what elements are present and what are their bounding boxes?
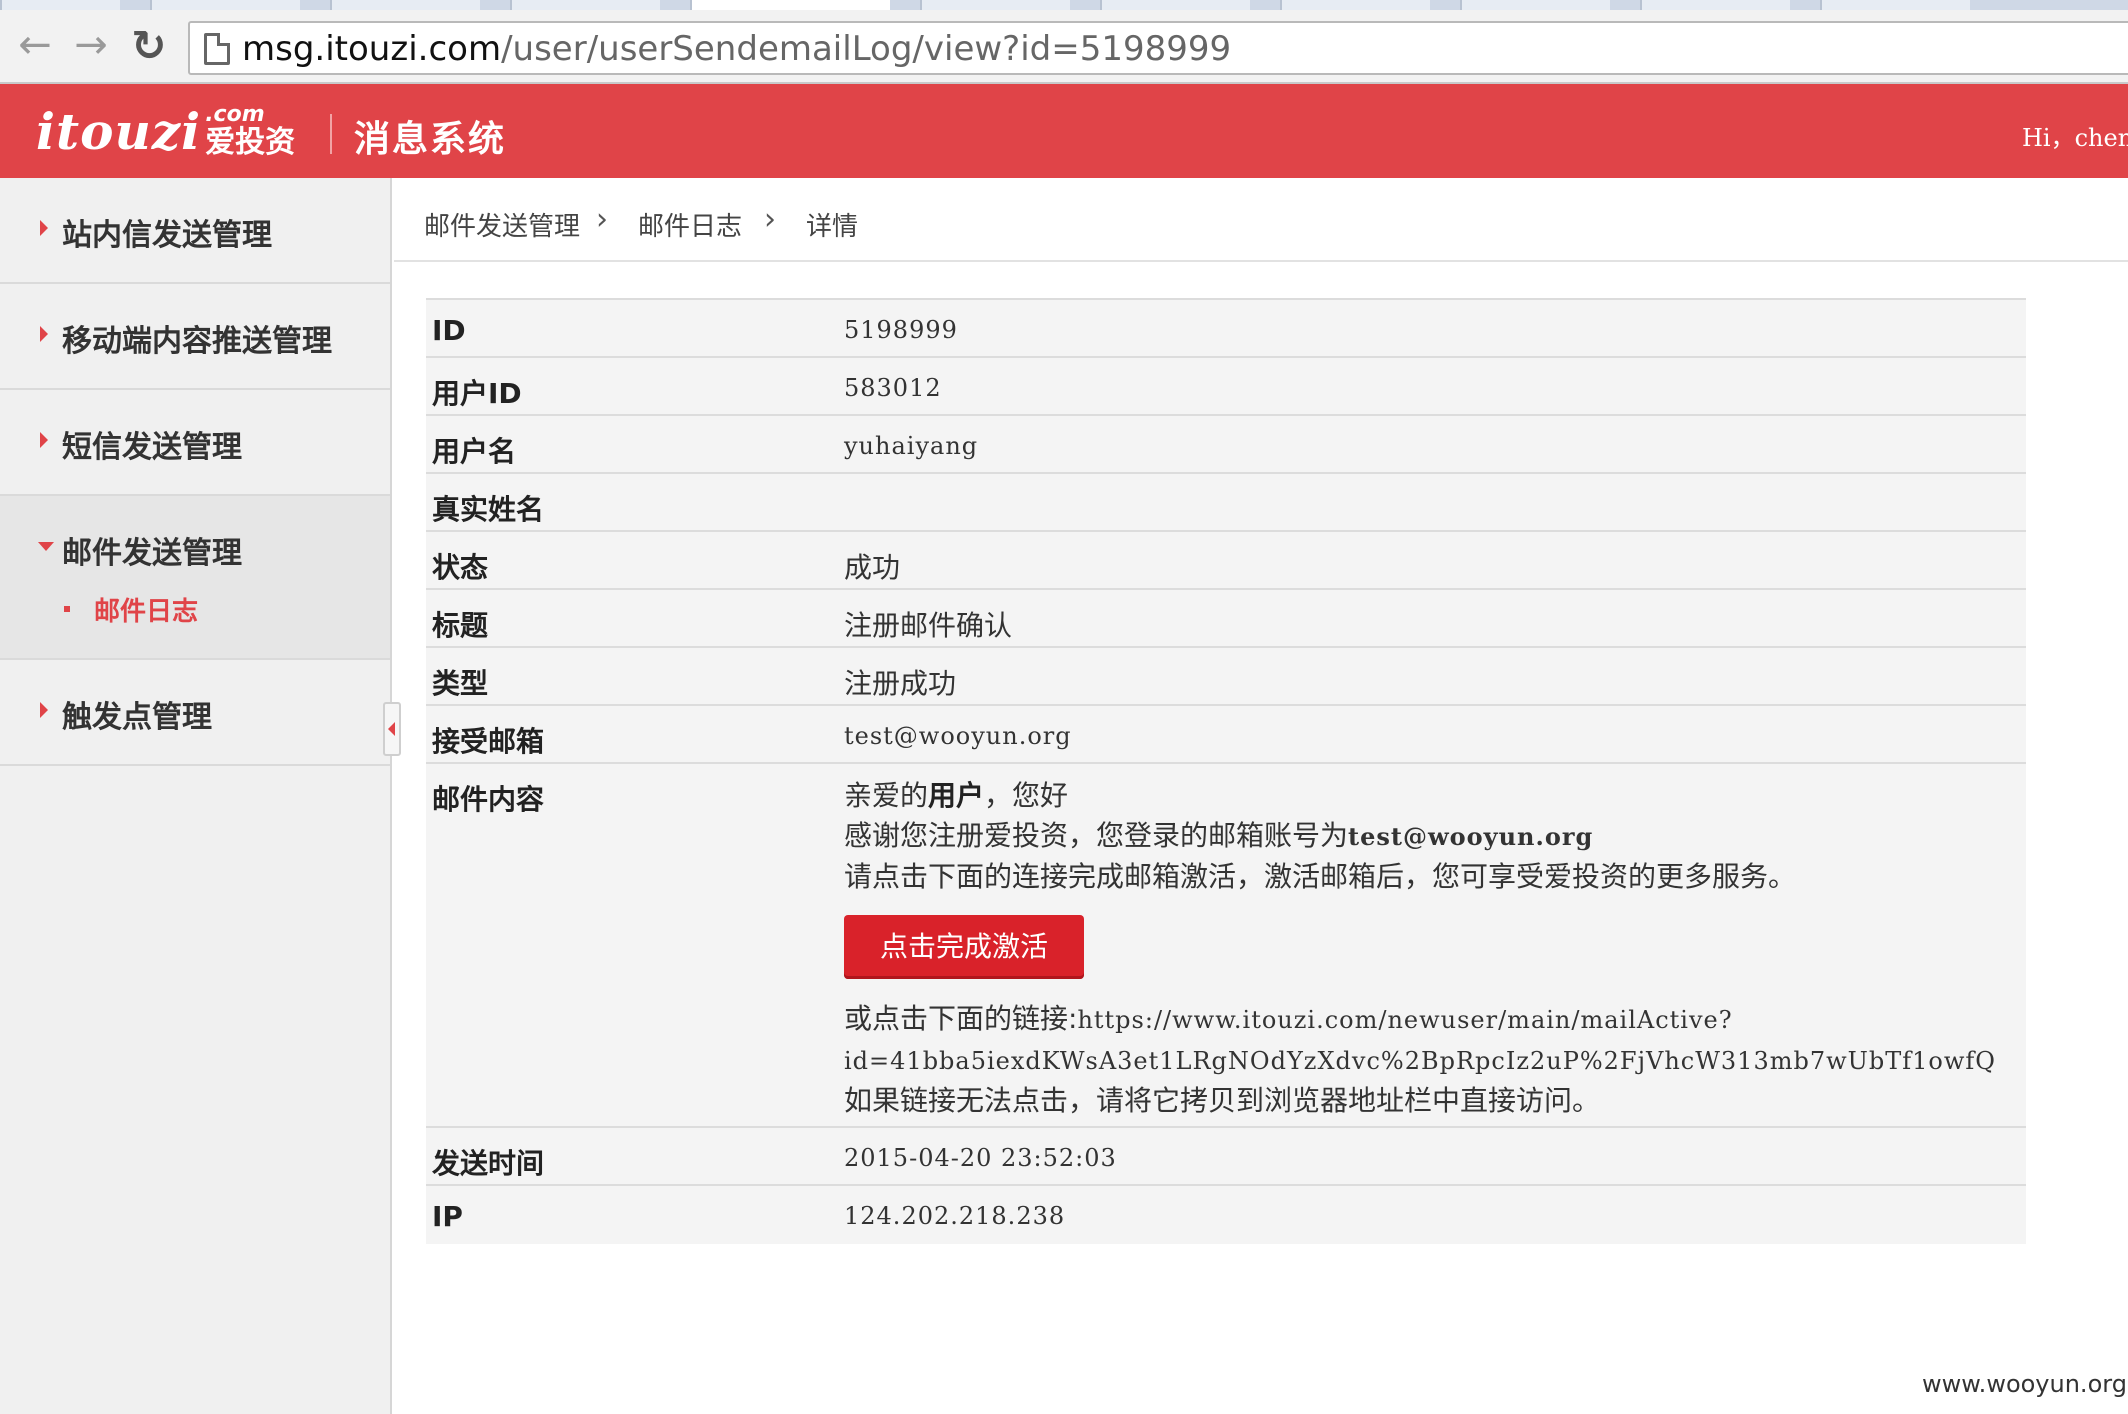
mail-instruction: 请点击下面的连接完成邮箱激活，激活邮箱后，您可享受爱投资的更多服务。: [844, 860, 1797, 893]
caret-right-icon: [40, 702, 48, 718]
breadcrumb-item-email-manage[interactable]: 邮件发送管理: [424, 206, 580, 243]
sidebar-item-label: 站内信发送管理: [62, 218, 272, 253]
detail-row-real-name: 真实姓名: [426, 474, 2026, 532]
browser-tab[interactable]: [1460, 0, 1610, 10]
sidebar-item-trigger[interactable]: 触发点管理: [0, 660, 390, 766]
breadcrumb-item-detail: 详情: [806, 212, 859, 242]
detail-row-email: 接受邮箱 test@wooyun.org: [426, 706, 2026, 764]
sidebar-item-email[interactable]: 邮件发送管理 邮件日志: [0, 496, 390, 660]
tab-strip: [0, 0, 2128, 10]
chevron-right-icon: ›: [764, 202, 776, 237]
email-content: 亲爱的用户，您好 感谢您注册爱投资，您登录的邮箱账号为test@wooyun.o…: [844, 776, 2004, 1121]
field-label: 用户名: [432, 435, 517, 468]
caret-right-icon: [40, 326, 48, 342]
browser-tab[interactable]: [1100, 0, 1250, 10]
activation-link-cont[interactable]: id=41bba5iexdKWsA3et1LRgNOdYzXdvc%2BpRpc…: [844, 1047, 1996, 1075]
field-value: yuhaiyang: [844, 432, 979, 460]
field-value: 注册成功: [844, 667, 957, 700]
detail-table: ID 5198999 用户ID 583012 用户名 yuhaiyang 真实姓…: [426, 298, 2026, 1244]
detail-row-ip: IP 124.202.218.238: [426, 1186, 2026, 1244]
sidebar-item-site-message[interactable]: 站内信发送管理: [0, 178, 390, 284]
detail-row-type: 类型 注册成功: [426, 648, 2026, 706]
sidebar-item-label: 触发点管理: [62, 700, 212, 735]
caret-right-icon: [40, 220, 48, 236]
breadcrumb: 邮件发送管理 › 邮件日志 › 详情: [394, 178, 2128, 262]
field-label: ID: [432, 314, 466, 347]
browser-tab[interactable]: [0, 0, 120, 10]
sidebar-item-label: 移动端内容推送管理: [62, 324, 332, 359]
field-value: 2015-04-20 23:52:03: [844, 1144, 1117, 1172]
caret-right-icon: [40, 432, 48, 448]
sidebar-collapse-button[interactable]: [383, 702, 401, 756]
mail-thanks: 感谢您注册爱投资，您登录的邮箱账号为test@wooyun.org: [844, 819, 1594, 852]
header-divider: [330, 114, 332, 154]
detail-row-id: ID 5198999: [426, 300, 2026, 358]
page-icon: [204, 33, 230, 65]
browser-tab[interactable]: [1820, 0, 1970, 10]
field-value: 583012: [844, 374, 942, 402]
mail-greeting: 亲爱的用户，您好: [844, 779, 1069, 812]
field-value: 5198999: [844, 316, 958, 344]
sidebar: 站内信发送管理 移动端内容推送管理 短信发送管理 邮件发送管理 邮件日志 触发点…: [0, 178, 392, 1414]
arrow-left-icon: ←: [18, 22, 52, 68]
field-value: 124.202.218.238: [844, 1202, 1066, 1230]
browser-tab[interactable]: [1280, 0, 1430, 10]
chevron-right-icon: ›: [596, 202, 608, 237]
app-header: itouzi .com 爱投资 消息系统 Hi，chen: [0, 84, 2128, 178]
detail-row-send-time: 发送时间 2015-04-20 23:52:03: [426, 1128, 2026, 1186]
itouzi-logo[interactable]: itouzi .com 爱投资: [36, 100, 295, 160]
field-label: 真实姓名: [432, 493, 545, 526]
browser-tab[interactable]: [150, 0, 300, 10]
activate-button[interactable]: 点击完成激活: [844, 915, 1084, 979]
field-value: 成功: [844, 551, 901, 584]
system-title: 消息系统: [354, 119, 507, 160]
sidebar-subitem-label: 邮件日志: [94, 596, 199, 627]
field-label: 状态: [432, 551, 489, 584]
detail-row-username: 用户名 yuhaiyang: [426, 416, 2026, 474]
sidebar-item-label: 邮件发送管理: [62, 536, 242, 571]
browser-tab-active[interactable]: [690, 0, 890, 10]
field-label: 用户ID: [432, 377, 522, 410]
sidebar-item-label: 短信发送管理: [62, 430, 242, 465]
mail-link-line-2: id=41bba5iexdKWsA3et1LRgNOdYzXdvc%2BpRpc…: [844, 1040, 2004, 1081]
reload-button[interactable]: ↻: [126, 20, 172, 70]
user-greeting[interactable]: Hi，chen: [2022, 118, 2128, 153]
browser-tab[interactable]: [330, 0, 480, 10]
detail-row-user-id: 用户ID 583012: [426, 358, 2026, 416]
mail-fallback: 如果链接无法点击，请将它拷贝到浏览器地址栏中直接访问。: [844, 1084, 1601, 1117]
detail-row-status: 状态 成功: [426, 532, 2026, 590]
browser-tab[interactable]: [510, 0, 660, 10]
forward-button[interactable]: →: [68, 22, 114, 68]
field-label: 邮件内容: [432, 783, 545, 816]
reload-icon: ↻: [131, 20, 167, 70]
mail-link-line: 或点击下面的链接:https://www.itouzi.com/newuser/…: [844, 1002, 1733, 1035]
field-label: 标题: [432, 609, 489, 642]
bullet-icon: [64, 606, 70, 612]
field-value: test@wooyun.org: [844, 722, 1072, 750]
sidebar-item-mobile-push[interactable]: 移动端内容推送管理: [0, 284, 390, 390]
browser-tab[interactable]: [1640, 0, 1790, 10]
field-value: 注册邮件确认: [844, 609, 1013, 642]
address-bar[interactable]: msg.itouzi.com/user/userSendemailLog/vie…: [188, 21, 2128, 75]
url-text[interactable]: msg.itouzi.com/user/userSendemailLog/vie…: [242, 30, 1231, 68]
field-label: IP: [432, 1200, 463, 1233]
detail-row-content: 邮件内容 亲爱的用户，您好 感谢您注册爱投资，您登录的邮箱账号为test@woo…: [426, 764, 2026, 1128]
field-label: 类型: [432, 667, 489, 700]
back-button[interactable]: ←: [12, 22, 58, 68]
watermark: www.wooyun.org: [1922, 1370, 2127, 1398]
sidebar-item-sms[interactable]: 短信发送管理: [0, 390, 390, 496]
browser-tab[interactable]: [920, 0, 1070, 10]
detail-row-title: 标题 注册邮件确认: [426, 590, 2026, 648]
sidebar-subitem-email-log[interactable]: 邮件日志: [64, 592, 199, 627]
browser-toolbar: ← → ↻ msg.itouzi.com/user/userSendemailL…: [0, 10, 2128, 84]
field-label: 发送时间: [432, 1147, 545, 1180]
breadcrumb-item-email-log[interactable]: 邮件日志: [638, 206, 742, 243]
field-label: 接受邮箱: [432, 725, 545, 758]
activation-link[interactable]: https://www.itouzi.com/newuser/main/mail…: [1077, 1006, 1732, 1034]
arrow-right-icon: →: [74, 22, 108, 68]
caret-down-icon: [38, 542, 54, 551]
